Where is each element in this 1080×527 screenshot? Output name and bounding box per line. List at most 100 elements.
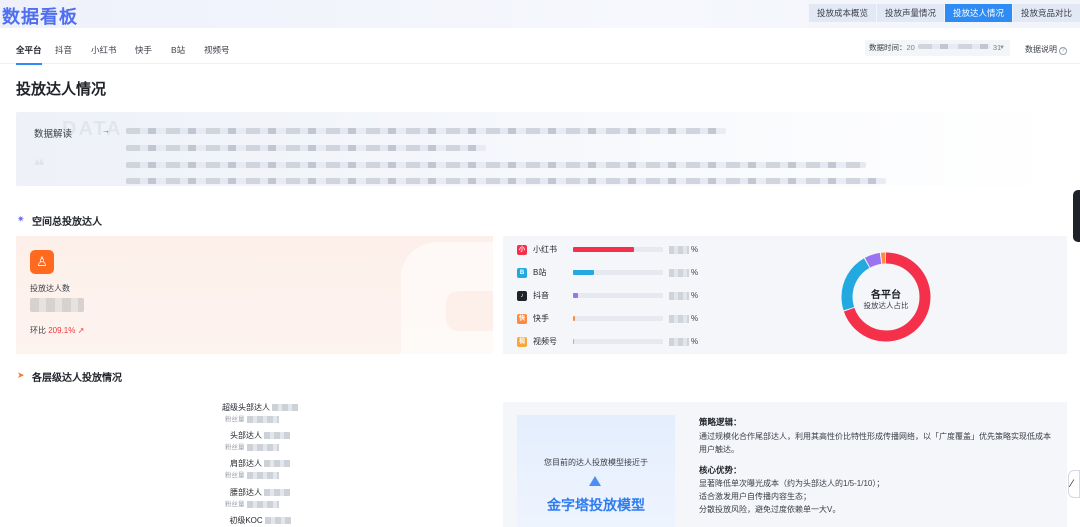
tier-follower-redacted bbox=[246, 415, 279, 423]
strategy-text: 通过规模化合作尾部达人，利用其高性价比特性形成传播网络，以「广度覆盖」优先策略实… bbox=[699, 432, 1051, 454]
interpretation-line-4 bbox=[126, 178, 886, 184]
interpretation-line-1 bbox=[126, 128, 726, 134]
quote-icon: ❝ bbox=[34, 156, 45, 176]
mom-ratio-label: 环比 bbox=[30, 326, 46, 335]
platform-share-bar bbox=[573, 247, 634, 252]
platform-share-suffix: % bbox=[691, 245, 699, 254]
platform-share-value: % bbox=[669, 267, 698, 279]
tier-row: 初级KOC bbox=[215, 515, 305, 526]
tier-row: 头部达人 bbox=[215, 430, 305, 441]
tier-follower-redacted bbox=[246, 500, 279, 508]
tab-volume[interactable]: 投放声量情况 bbox=[876, 4, 944, 22]
dashboard-brand-title: 数据看板 bbox=[2, 7, 78, 27]
tier-follower-label: 粉丝量 bbox=[225, 501, 245, 508]
platform-name: 视频号 bbox=[533, 337, 557, 346]
tier-count-redacted bbox=[264, 460, 290, 468]
data-interpretation-label: 数据解读 bbox=[34, 129, 73, 140]
send-icon: ➤ bbox=[17, 370, 25, 380]
platform-name: B站 bbox=[533, 268, 547, 277]
date-start: 20 bbox=[906, 43, 915, 52]
platform-name: 抖音 bbox=[533, 291, 549, 300]
floating-side-tab[interactable] bbox=[1073, 190, 1080, 242]
xiaohongshu-icon: 小 bbox=[517, 245, 527, 255]
section-title-space: 空间总投放达人 bbox=[32, 217, 102, 228]
platform-tab-douyin[interactable]: 抖音 bbox=[55, 44, 72, 56]
platform-tab-shipinhao[interactable]: 视频号 bbox=[204, 44, 230, 56]
advantage-3: 分散投放风险，避免过度依赖单一大V。 bbox=[699, 505, 841, 514]
mom-ratio: 环比 209.1% ↗ bbox=[30, 325, 84, 336]
tab-influencers[interactable]: 投放达人情况 bbox=[944, 4, 1012, 22]
total-influencers-card: ♙ 投放达人数 环比 209.1% ↗ bbox=[16, 236, 493, 354]
platform-share-suffix: % bbox=[691, 291, 699, 300]
tier-follower-redacted bbox=[246, 471, 279, 479]
date-range-selector[interactable]: 数据时间：20 31 ▼ bbox=[865, 40, 1010, 56]
platform-share-value: % bbox=[669, 313, 698, 325]
tier-follower-redacted bbox=[246, 443, 279, 451]
platform-share-redacted bbox=[669, 245, 689, 254]
model-summary: 您目前的达人投放模型接近于 金字塔投放模型 bbox=[517, 415, 675, 527]
platform-share-suffix: % bbox=[691, 314, 699, 323]
platform-name: 小红书 bbox=[533, 245, 557, 254]
platform-share-value: % bbox=[669, 244, 698, 256]
platform-share-track bbox=[573, 270, 663, 275]
tier-count-redacted bbox=[264, 517, 291, 525]
tier-row: 超级头部达人 bbox=[215, 402, 305, 413]
tier-count-redacted bbox=[272, 404, 298, 412]
bilibili-icon: B bbox=[517, 268, 527, 278]
mom-ratio-value: 209.1% bbox=[48, 326, 76, 335]
platform-share-track bbox=[573, 247, 663, 252]
platform-share-redacted bbox=[669, 314, 689, 323]
tier-count-redacted bbox=[264, 489, 290, 497]
floating-side-button[interactable]: ⁄ bbox=[1068, 470, 1080, 498]
card-decoration-inner bbox=[446, 291, 493, 331]
advantage-1: 显著降低单次曝光成本（约为头部达人的1/5-1/10）； bbox=[699, 479, 885, 488]
interpretation-line-2 bbox=[126, 145, 486, 151]
platform-row: 快快手% bbox=[517, 313, 727, 325]
chevron-down-icon: ▼ bbox=[999, 45, 1005, 51]
tier-follower-range: 粉丝量 bbox=[225, 413, 279, 423]
data-explanation-label: 数据说明 bbox=[1025, 45, 1057, 54]
platform-share-track bbox=[573, 293, 663, 298]
platform-row: 视视频号% bbox=[517, 336, 727, 348]
data-explanation-link[interactable]: 数据说明? bbox=[1025, 44, 1067, 55]
donut-center-title: 各平台 bbox=[871, 290, 901, 301]
investment-model-card: 您目前的达人投放模型接近于 金字塔投放模型 策略逻辑： 通过规模化合作尾部达人，… bbox=[503, 402, 1067, 527]
arrow-right-icon: → bbox=[102, 126, 110, 135]
platform-share-value: % bbox=[669, 290, 698, 302]
platform-tab-kuaishou[interactable]: 快手 bbox=[135, 44, 152, 56]
tier-name: 初级KOC bbox=[229, 516, 263, 525]
user-icon: ♙ bbox=[30, 250, 54, 274]
platform-share-redacted bbox=[669, 337, 689, 346]
tier-name: 腰部达人 bbox=[230, 488, 262, 497]
platform-name: 快手 bbox=[533, 314, 549, 323]
date-label: 数据时间： bbox=[869, 43, 907, 52]
platform-tab-bilibili[interactable]: B站 bbox=[171, 44, 185, 56]
tier-name: 超级头部达人 bbox=[222, 403, 270, 412]
section-tabs: 投放成本概览 投放声量情况 投放达人情况 投放竞品对比 bbox=[808, 4, 1080, 22]
tier-follower-range: 粉丝量 bbox=[225, 498, 279, 508]
tier-row: 肩部达人 bbox=[215, 458, 305, 469]
platform-row: 小小红书% bbox=[517, 244, 727, 256]
platform-tab-xiaohongshu[interactable]: 小红书 bbox=[91, 44, 117, 56]
model-note: 您目前的达人投放模型接近于 bbox=[544, 458, 648, 467]
tab-cost-overview[interactable]: 投放成本概览 bbox=[808, 4, 876, 22]
tier-follower-range: 粉丝量 bbox=[225, 469, 279, 479]
kuaishou-icon: 快 bbox=[517, 314, 527, 324]
douyin-icon: ♪ bbox=[517, 291, 527, 301]
tier-follower-label: 粉丝量 bbox=[225, 472, 245, 479]
tab-competitors[interactable]: 投放竞品对比 bbox=[1012, 4, 1080, 22]
platform-share-value: % bbox=[669, 336, 698, 348]
platform-share-bar bbox=[573, 339, 574, 344]
tier-follower-label: 粉丝量 bbox=[225, 416, 245, 423]
platform-tab-all[interactable]: 全平台 bbox=[16, 44, 42, 65]
date-redacted bbox=[917, 44, 990, 49]
tier-count-redacted bbox=[264, 432, 290, 440]
total-influencers-label: 投放达人数 bbox=[30, 284, 70, 293]
donut-center-subtitle: 投放达人占比 bbox=[863, 301, 909, 310]
platform-share-redacted bbox=[669, 268, 689, 277]
advantage-2: 适合激发用户自传播内容生态； bbox=[699, 492, 811, 501]
page-title: 投放达人情况 bbox=[16, 81, 107, 98]
platform-share-track bbox=[573, 316, 663, 321]
question-icon: ? bbox=[1059, 47, 1067, 55]
platform-share-bar bbox=[573, 316, 575, 321]
